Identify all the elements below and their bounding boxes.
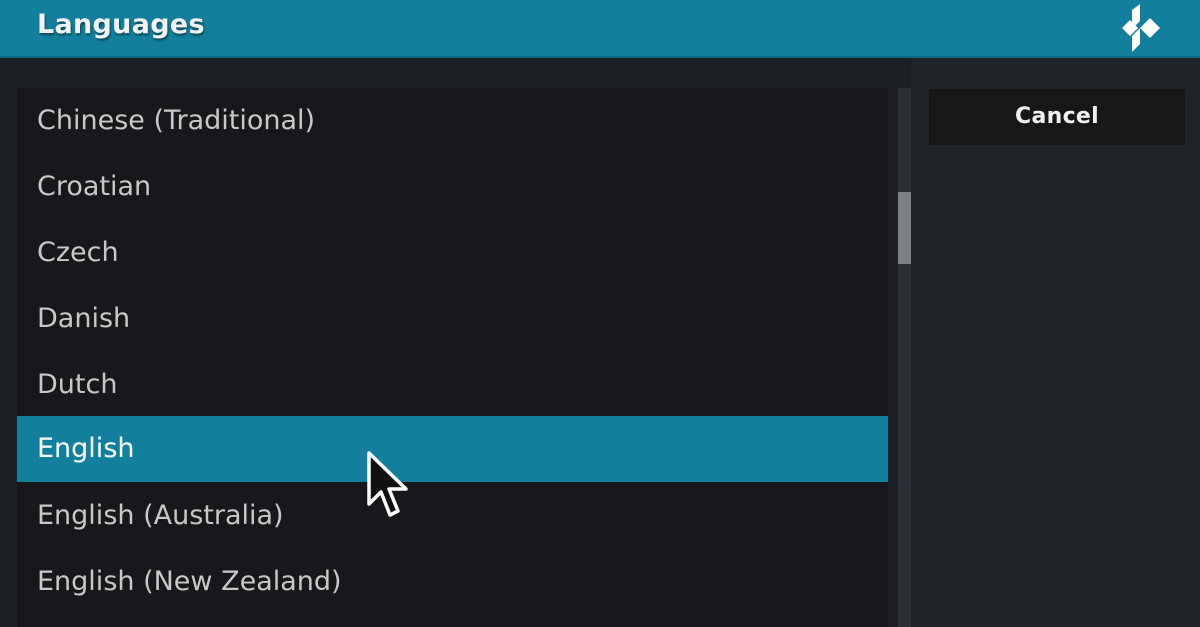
- list-item[interactable]: Chinese (Traditional): [17, 88, 888, 154]
- kodi-logo-icon: [1122, 4, 1160, 52]
- list-item-selected[interactable]: English: [17, 416, 888, 482]
- list-item[interactable]: English (Australia): [17, 483, 888, 549]
- cancel-button[interactable]: Cancel: [929, 89, 1185, 145]
- list-item[interactable]: Czech: [17, 220, 888, 286]
- dialog-header: Languages: [0, 0, 1200, 58]
- scrollbar-thumb[interactable]: [898, 192, 911, 264]
- list-item[interactable]: Dutch: [17, 352, 888, 418]
- mouse-cursor-icon: [367, 451, 408, 517]
- list-item[interactable]: Croatian: [17, 154, 888, 220]
- language-list: Chinese (Traditional) Croatian Czech Dan…: [17, 88, 888, 627]
- list-item[interactable]: Danish: [17, 286, 888, 352]
- dialog-title: Languages: [37, 9, 205, 40]
- list-item[interactable]: English (New Zealand): [17, 549, 888, 615]
- list-scrollbar[interactable]: [898, 88, 911, 627]
